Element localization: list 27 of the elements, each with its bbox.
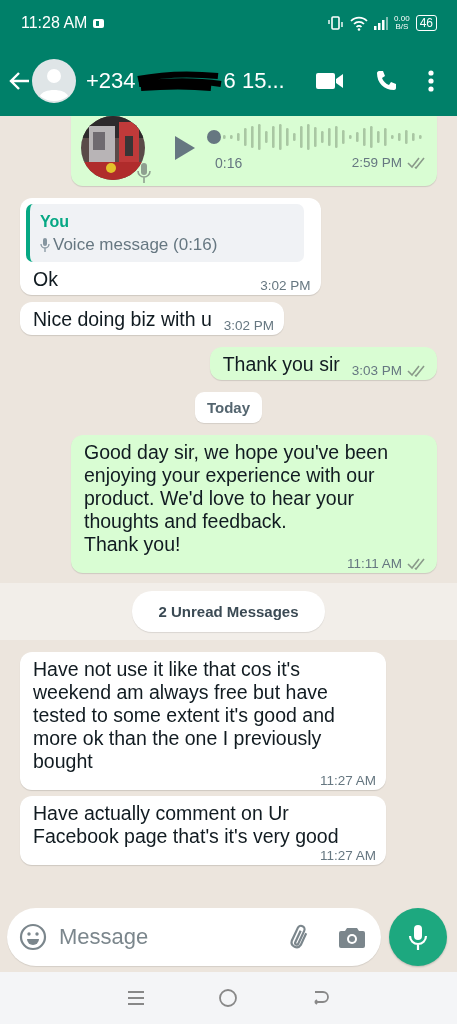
unread-messages-banner: 2 Unread Messages	[132, 591, 325, 632]
message-time: 3:03 PM	[351, 364, 402, 378]
message-text: Nice doing biz with u	[33, 308, 212, 331]
contact-name[interactable]: 6 15...	[223, 68, 285, 94]
speed-unit: B/S	[395, 23, 409, 31]
clock: 11:28 AM	[21, 14, 88, 32]
battery-indicator: 46	[415, 15, 437, 31]
network-speed: 0.00	[394, 15, 410, 23]
voice-duration: 0:16	[215, 153, 243, 173]
message-time: 2:59 PM	[351, 156, 402, 170]
contact-name[interactable]: +234	[86, 68, 136, 94]
message-text: Ok	[33, 268, 58, 291]
message-input[interactable]: Message	[57, 923, 275, 951]
quoted-message[interactable]: You Voice message (0:16)	[26, 204, 304, 262]
quote-author: You	[40, 212, 71, 232]
message-field[interactable]: Message	[7, 908, 381, 966]
date-divider: Today	[194, 392, 263, 423]
message-time: 11:27 AM	[319, 774, 376, 788]
message-time: 11:11 AM	[346, 557, 402, 571]
message-time: 3:02 PM	[223, 319, 275, 333]
quote-text: Voice message (0:16)	[53, 234, 218, 256]
message-text: Thank you sir	[222, 353, 340, 376]
message-time: 11:27 AM	[319, 849, 376, 863]
message-text: Have not use it like that cos it's weekend am always free but have tested to some extent it's good and more ok than the one I previously bought	[33, 658, 336, 773]
message-text: Have actually comment on Ur Facebook page that's it's very good	[33, 802, 340, 848]
message-text: Good day sir, we hope you've been enjoying your experience with our product. We'd love to hear your thoughts and feedback. Thank you!	[84, 441, 389, 556]
message-time: 3:02 PM	[260, 279, 311, 293]
